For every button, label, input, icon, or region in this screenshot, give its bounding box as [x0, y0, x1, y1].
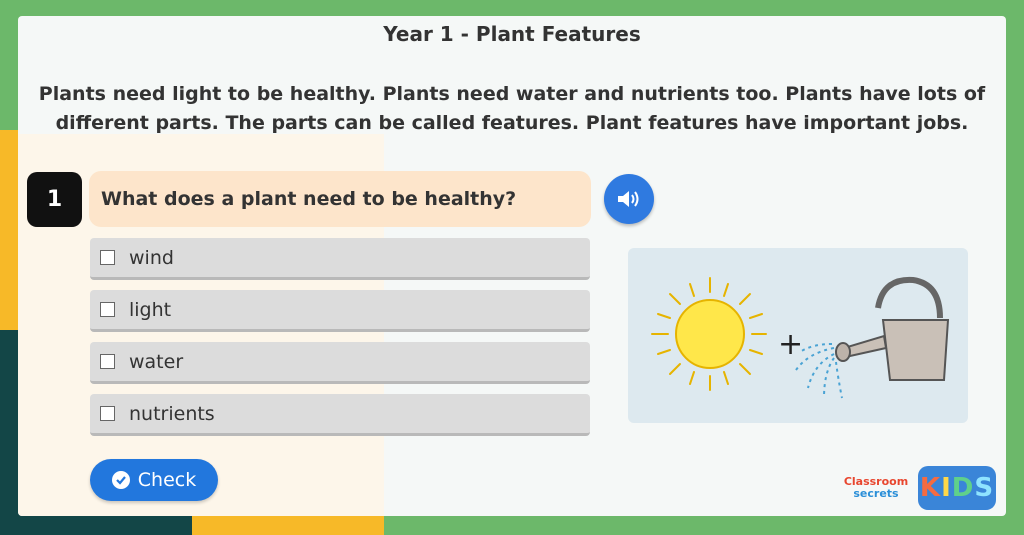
option-light[interactable]: light — [90, 290, 590, 332]
audio-button[interactable] — [604, 174, 654, 224]
kids-logo: KIDS — [918, 466, 996, 510]
watering-can-icon — [795, 276, 950, 399]
check-button-label: Check — [137, 469, 197, 491]
background-decoration — [192, 515, 384, 535]
background-decoration — [0, 515, 192, 535]
background-decoration — [0, 130, 18, 330]
check-button[interactable]: Check — [90, 459, 218, 501]
option-label: wind — [129, 246, 174, 269]
checkbox[interactable] — [100, 354, 115, 369]
quiz-card: Year 1 - Plant Features Plants need ligh… — [18, 16, 1006, 516]
plus-sign: + — [778, 327, 803, 362]
option-nutrients[interactable]: nutrients — [90, 394, 590, 436]
option-water[interactable]: water — [90, 342, 590, 384]
intro-text: Plants need light to be healthy. Plants … — [38, 83, 986, 134]
question-text: What does a plant need to be healthy? — [89, 171, 591, 227]
plant-needs-illustration: + — [628, 248, 968, 423]
question-number: 1 — [27, 172, 82, 227]
page-title: Year 1 - Plant Features — [383, 22, 641, 46]
option-label: nutrients — [129, 402, 215, 425]
option-label: water — [129, 350, 184, 373]
sun-icon — [651, 277, 767, 391]
checkbox[interactable] — [100, 250, 115, 265]
speaker-icon — [618, 191, 639, 207]
background-decoration — [0, 330, 20, 535]
checkbox[interactable] — [100, 406, 115, 421]
checkmark-icon — [111, 471, 130, 489]
classroom-secrets-logo: Classroom secrets — [843, 475, 909, 500]
checkbox[interactable] — [100, 302, 115, 317]
option-label: light — [129, 298, 172, 321]
option-wind[interactable]: wind — [90, 238, 590, 280]
answer-options: wind light water nutrients — [90, 238, 590, 446]
